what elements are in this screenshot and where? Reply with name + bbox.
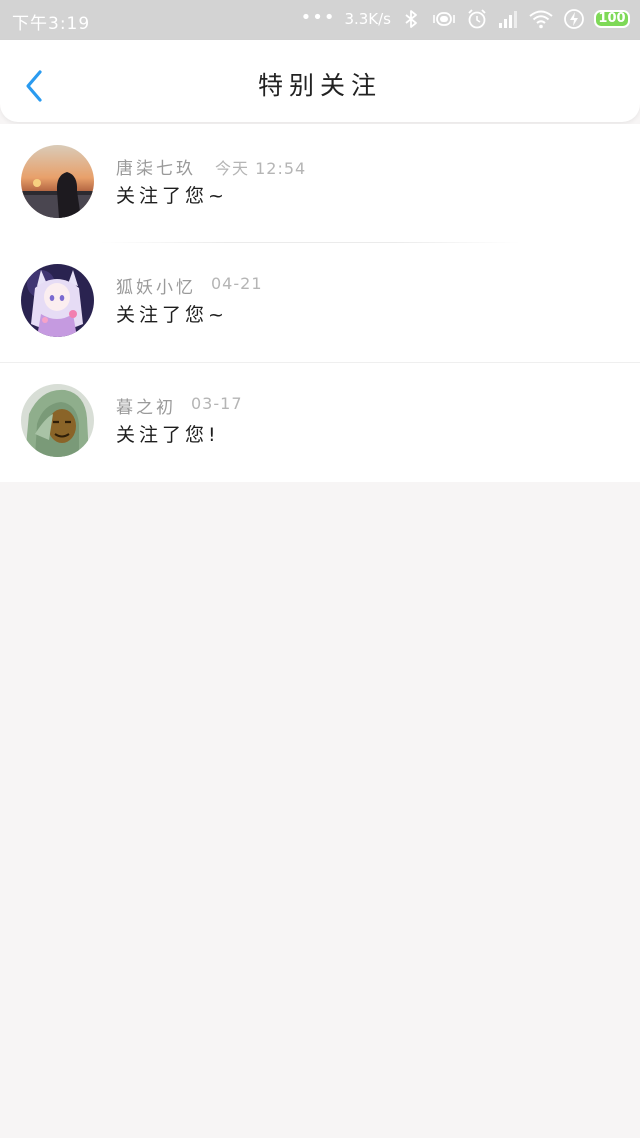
hooded-man-avatar[interactable] xyxy=(21,384,94,457)
item-message: 关注了您~ xyxy=(116,185,228,207)
header-bar: 特别关注 xyxy=(0,40,640,122)
battery-icon: 100 xyxy=(594,10,630,28)
list-item[interactable]: 唐柒七玖 今天 12:54 关注了您~ xyxy=(0,124,640,243)
item-name: 暮之初 xyxy=(116,398,176,418)
signal-icon xyxy=(499,11,517,28)
network-speed: 3.3K/s xyxy=(344,10,391,28)
bluetooth-icon xyxy=(405,10,417,28)
sunset-silhouette-avatar[interactable] xyxy=(21,145,94,218)
item-name: 唐柒七玖 xyxy=(116,159,196,179)
anime-fox-girl-avatar[interactable] xyxy=(21,264,94,337)
item-message: 关注了您! xyxy=(116,424,220,446)
vibrate-icon xyxy=(433,12,455,26)
wifi-icon xyxy=(529,10,553,29)
item-time: 04-21 xyxy=(211,274,263,293)
list-item[interactable]: 暮之初 03-17 关注了您! xyxy=(0,363,640,482)
item-message: 关注了您~ xyxy=(116,304,228,326)
charging-icon xyxy=(564,9,584,29)
status-time: 下午3:19 xyxy=(12,14,91,34)
item-time: 03-17 xyxy=(191,394,243,413)
item-time: 今天 12:54 xyxy=(215,159,307,178)
alarm-icon xyxy=(468,9,486,29)
page-title: 特别关注 xyxy=(257,71,382,100)
list-item[interactable]: 狐妖小忆 04-21 关注了您~ xyxy=(0,243,640,363)
status-icons: ••• 3.3K/s 100 xyxy=(301,8,630,30)
item-name: 狐妖小忆 xyxy=(116,278,196,298)
battery-level: 100 xyxy=(598,11,626,26)
follow-list: 唐柒七玖 今天 12:54 关注了您~ 狐妖小忆 04-21 关注了您~ 暮之初… xyxy=(0,124,640,482)
status-bar: 下午3:19 ••• 3.3K/s 100 xyxy=(0,0,640,40)
more-dots: ••• xyxy=(300,7,336,28)
